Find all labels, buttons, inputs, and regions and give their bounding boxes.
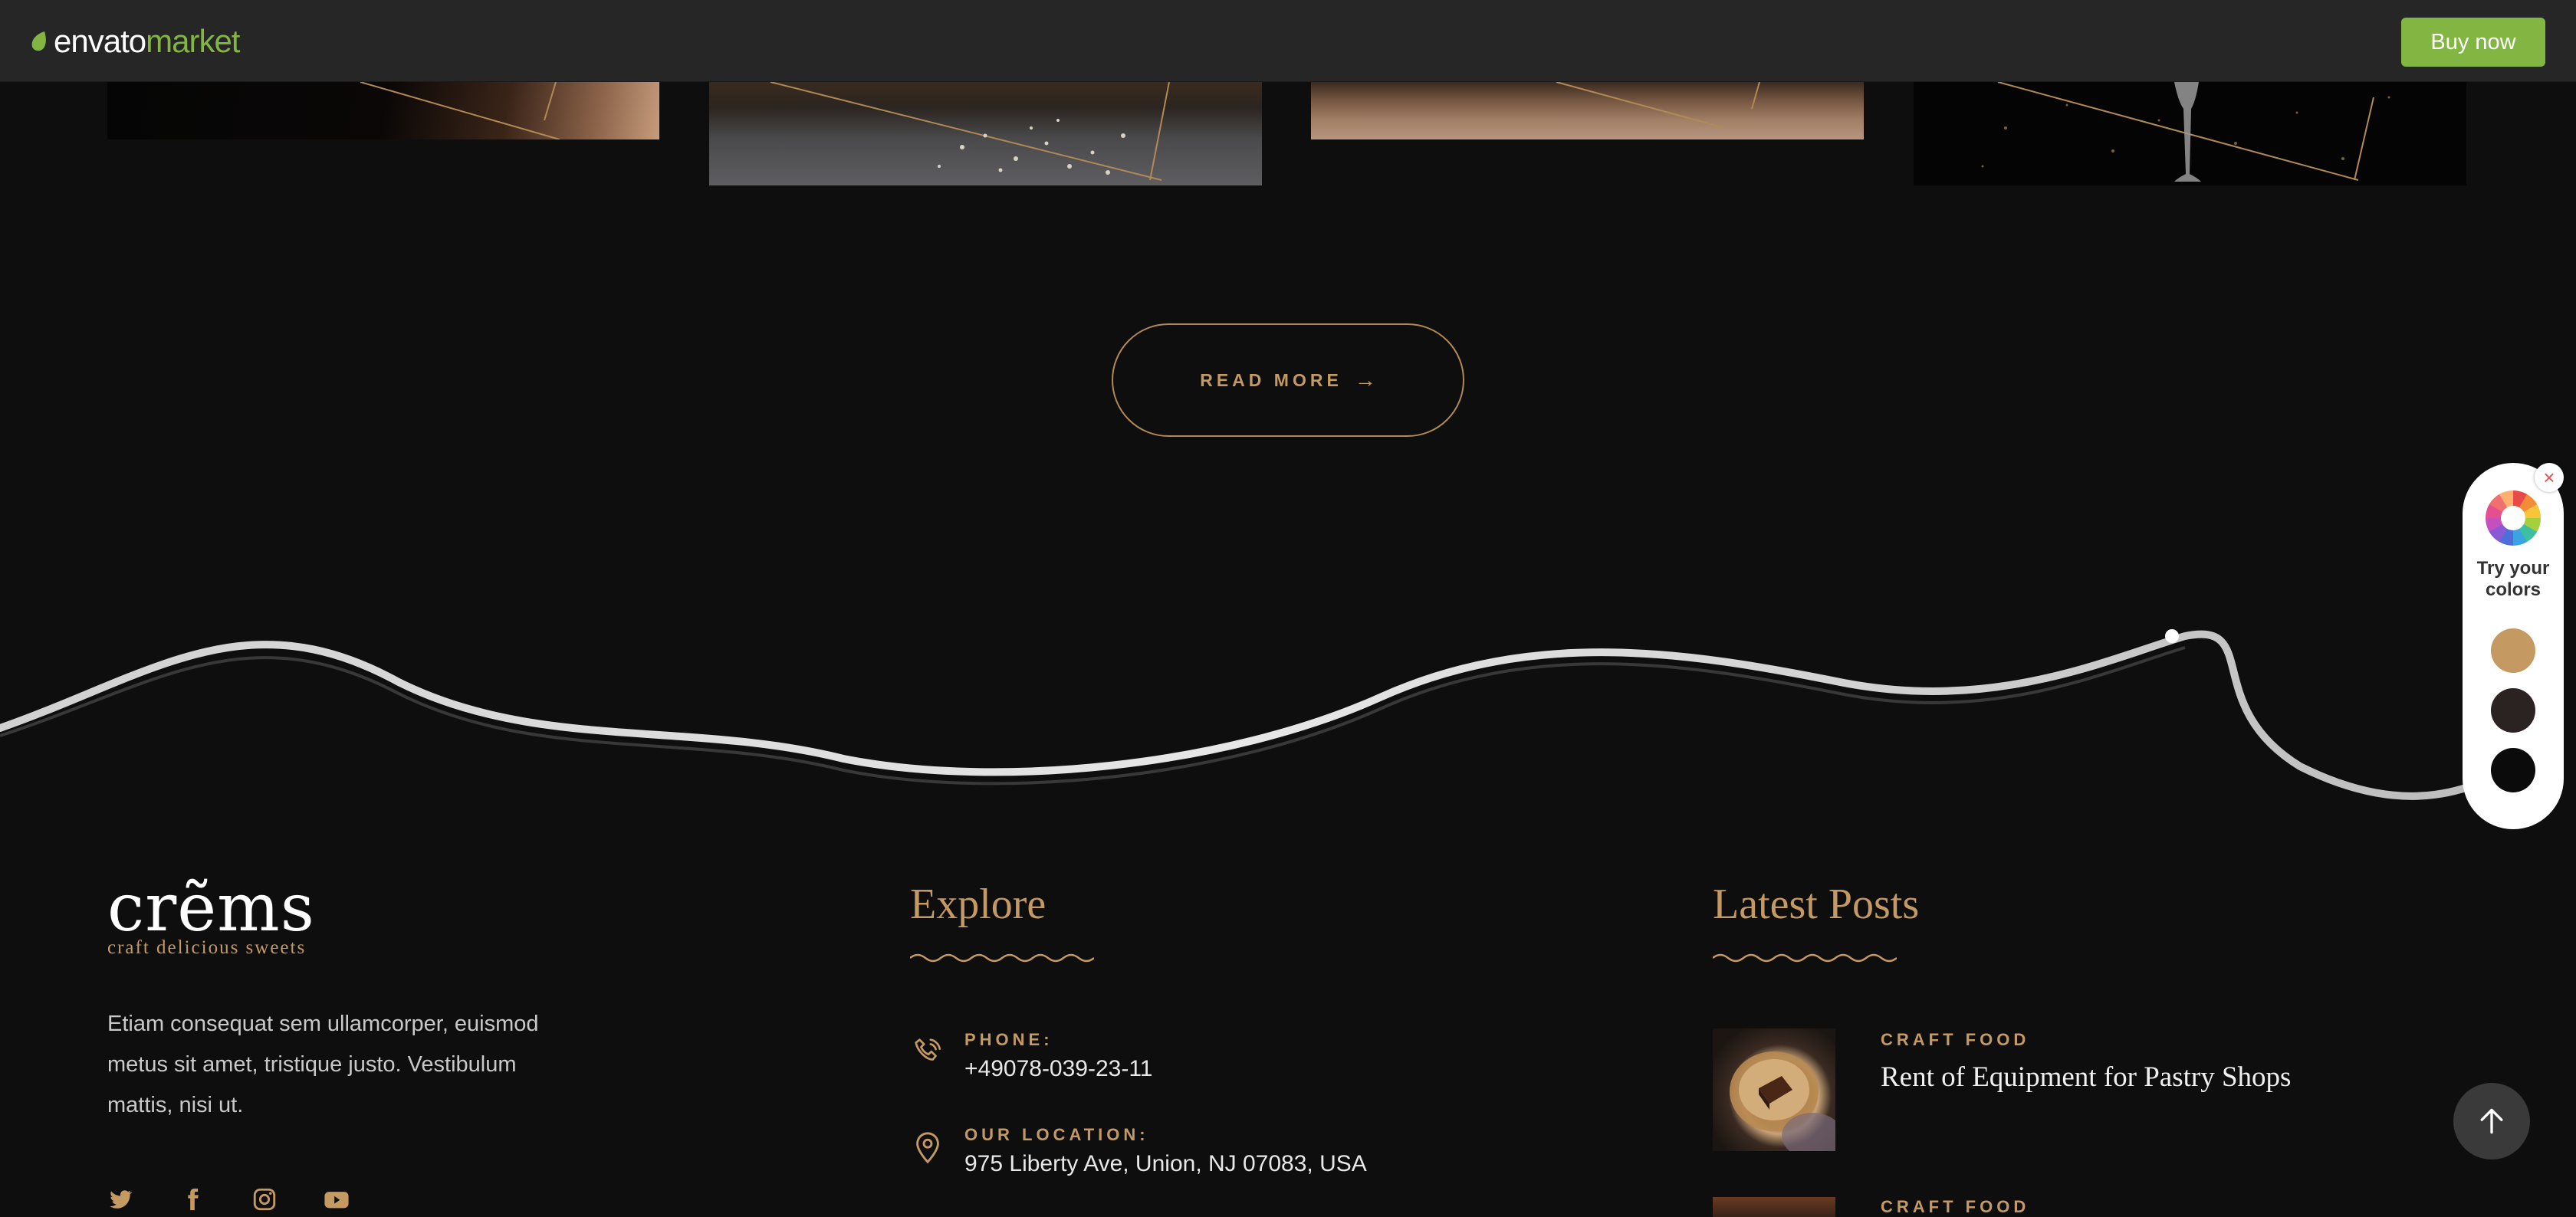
arrow-right-icon: → xyxy=(1354,368,1376,392)
close-icon[interactable]: × xyxy=(2535,463,2564,492)
location-address: 975 Liberty Ave, Union, NJ 07083, USA xyxy=(964,1151,1367,1176)
envato-leaf-icon xyxy=(31,31,46,51)
heading-squiggle-divider xyxy=(910,953,1094,963)
location-pin-icon xyxy=(916,1132,939,1164)
explore-heading: Explore xyxy=(910,881,1046,928)
color-swatch-dark-brown[interactable] xyxy=(2491,688,2535,733)
about-text: Etiam consequat sem ullamcorper, euismod… xyxy=(107,1012,539,1117)
logo-word-market: market xyxy=(146,23,240,59)
dessert-image xyxy=(1730,1051,1835,1151)
phone-number[interactable]: +49078-039-23-11 xyxy=(964,1056,1152,1082)
chocolate-wave-decoration xyxy=(0,629,2503,800)
color-swatch-gold[interactable] xyxy=(2491,628,2535,673)
post-title-link[interactable]: Rent of Equipment for Pastry Shops xyxy=(1881,1061,2291,1094)
logo-word-envato: envato xyxy=(54,23,146,59)
arrow-up-icon xyxy=(2480,1108,2503,1134)
gallery-image-2[interactable] xyxy=(709,82,1262,185)
gallery-image-3[interactable] xyxy=(1311,82,1864,139)
heading-squiggle-divider xyxy=(1713,953,1897,963)
buy-now-button[interactable]: Buy now xyxy=(2401,18,2545,67)
phone-label: PHONE: xyxy=(964,1030,1053,1049)
latest-posts-heading: Latest Posts xyxy=(1713,881,1920,928)
envato-topbar: envato market Buy now xyxy=(0,0,2576,82)
location-label: OUR LOCATION: xyxy=(964,1125,1149,1144)
gallery-image-4[interactable] xyxy=(1914,82,2466,185)
cremes-logo[interactable]: crẽms craft delicious sweets xyxy=(107,870,315,959)
gallery-image-1[interactable] xyxy=(107,82,659,139)
try-your-colors-label: Try your colors xyxy=(2476,558,2550,600)
color-swatch-black[interactable] xyxy=(2491,748,2535,792)
gallery-frame-lines xyxy=(770,82,1170,181)
gallery-frame-lines xyxy=(1981,82,2390,182)
envato-market-logo[interactable]: envato market xyxy=(29,23,240,60)
post-thumbnail[interactable] xyxy=(1713,1028,1835,1151)
twitter-icon[interactable] xyxy=(107,1186,133,1212)
facebook-icon[interactable] xyxy=(179,1186,205,1212)
logo-tagline: craft delicious sweets xyxy=(107,937,307,958)
read-more-label: READ MORE xyxy=(1200,369,1342,390)
post-category[interactable]: CRAFT FOOD xyxy=(1881,1030,2029,1050)
gallery-frame-lines xyxy=(1556,82,1760,129)
color-wheel-icon[interactable] xyxy=(2486,490,2541,546)
read-more-button[interactable]: READ MORE → xyxy=(1112,323,1464,437)
logo-wordmark: crẽms xyxy=(107,870,315,946)
instagram-icon[interactable] xyxy=(251,1186,278,1212)
social-links xyxy=(107,1186,350,1212)
post-thumbnail[interactable] xyxy=(1713,1197,1835,1217)
youtube-icon[interactable] xyxy=(324,1186,350,1212)
post-category[interactable]: CRAFT FOOD xyxy=(1881,1197,2029,1217)
back-to-top-button[interactable] xyxy=(2453,1083,2530,1160)
gallery-frame-lines xyxy=(360,82,560,139)
phone-icon xyxy=(915,1038,941,1061)
